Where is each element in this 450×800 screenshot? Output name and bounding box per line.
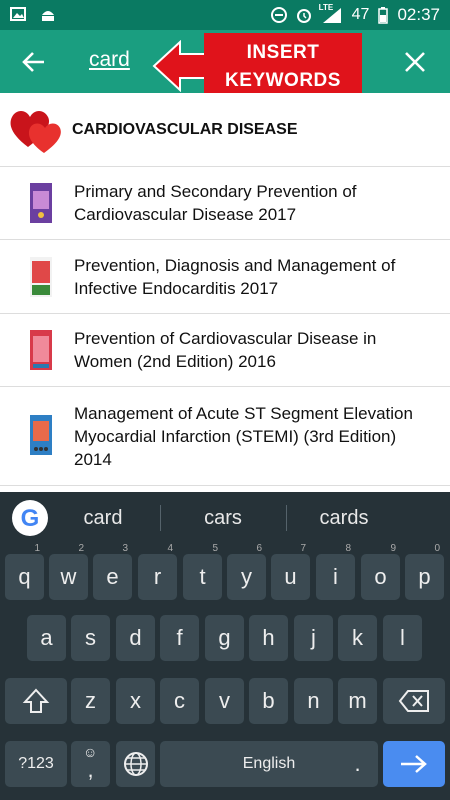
signal-icon: LTE (318, 3, 343, 24)
shift-icon (22, 688, 50, 713)
list-item[interactable]: Management of Acute ST Segment Elevation… (0, 387, 450, 486)
clock: 02:37 (397, 5, 440, 24)
category-title: CARDIOVASCULAR DISEASE (72, 121, 298, 138)
callout-arrow-icon (152, 40, 208, 92)
key-j[interactable]: j (294, 615, 333, 661)
key-p[interactable]: 0p (405, 543, 444, 600)
key-r[interactable]: 4r (138, 543, 177, 600)
key-k[interactable]: k (338, 615, 377, 661)
search-input[interactable]: card (89, 48, 130, 72)
key-o[interactable]: 9o (361, 543, 400, 600)
status-bar: LTE 47 02:37 (0, 0, 450, 30)
key-u[interactable]: 7u (271, 543, 310, 600)
list-item[interactable]: Prevention, Diagnosis and Management of … (0, 240, 450, 314)
suggestion-3[interactable]: cards (289, 507, 399, 530)
key-f[interactable]: f (160, 615, 199, 661)
battery-icon (378, 7, 389, 24)
globe-icon (123, 752, 148, 776)
arrow-right-icon (401, 755, 427, 773)
battery-percentage: 47 (351, 6, 370, 23)
backspace-icon (398, 690, 429, 712)
book-cover-icon (30, 183, 52, 223)
close-icon[interactable] (402, 49, 428, 75)
key-n[interactable]: n (294, 678, 333, 724)
key-h[interactable]: h (249, 615, 288, 661)
suggestion-2[interactable]: cars (168, 507, 278, 530)
book-cover-icon (30, 257, 52, 297)
key-b[interactable]: b (249, 678, 288, 724)
key-e[interactable]: 3e (93, 543, 132, 600)
emoji-comma-key[interactable]: ☺ , (71, 741, 110, 787)
category-row[interactable]: CARDIOVASCULAR DISEASE (0, 93, 450, 167)
do-not-disturb-icon (270, 7, 287, 23)
key-z[interactable]: z (71, 678, 110, 724)
key-w[interactable]: 2w (49, 543, 88, 600)
callout-line-2: KEYWORDS (225, 70, 341, 91)
callout-box: INSERT KEYWORDS (204, 33, 362, 101)
key-g[interactable]: g (205, 615, 244, 661)
suggestion-divider (286, 505, 287, 531)
suggestion-1[interactable]: card (48, 507, 158, 530)
key-d[interactable]: d (116, 615, 155, 661)
key-i[interactable]: 8i (316, 543, 355, 600)
callout-line-1: INSERT (246, 42, 320, 63)
shift-key[interactable] (5, 678, 67, 724)
book-cover-icon (30, 330, 52, 370)
android-notification-icon (42, 11, 54, 21)
back-arrow-icon[interactable] (20, 48, 48, 76)
key-a[interactable]: a (27, 615, 66, 661)
hearts-icon (10, 111, 61, 153)
key-s[interactable]: s (71, 615, 110, 661)
list-item[interactable]: Primary and Secondary Prevention of Card… (0, 167, 450, 240)
result-title: Primary and Secondary Prevention of Card… (74, 182, 357, 224)
suggestion-divider (160, 505, 161, 531)
key-l[interactable]: l (383, 615, 422, 661)
network-label: LTE (318, 3, 334, 12)
key-x[interactable]: x (116, 678, 155, 724)
key-v[interactable]: v (205, 678, 244, 724)
alarm-icon (296, 9, 311, 23)
key-y[interactable]: 6y (227, 543, 266, 600)
result-title: Prevention, Diagnosis and Management of … (74, 256, 396, 298)
enter-key[interactable] (383, 741, 445, 787)
result-title: Management of Acute ST Segment Elevation… (74, 404, 413, 469)
google-logo-icon[interactable]: G (12, 500, 48, 536)
key-c[interactable]: c (160, 678, 199, 724)
key-t[interactable]: 5t (183, 543, 222, 600)
period-key[interactable]: . (338, 741, 377, 787)
result-title: Prevention of Cardiovascular Disease in … (74, 329, 377, 371)
book-cover-icon (30, 415, 52, 455)
svg-text:G: G (21, 505, 40, 532)
key-q[interactable]: 1q (5, 543, 44, 600)
backspace-key[interactable] (383, 678, 445, 724)
image-notification-icon (10, 7, 26, 21)
list-item[interactable]: Prevention of Cardiovascular Disease in … (0, 314, 450, 387)
language-key[interactable] (116, 741, 155, 787)
key-m[interactable]: m (338, 678, 377, 724)
symbols-key[interactable]: ?123 (5, 741, 67, 787)
